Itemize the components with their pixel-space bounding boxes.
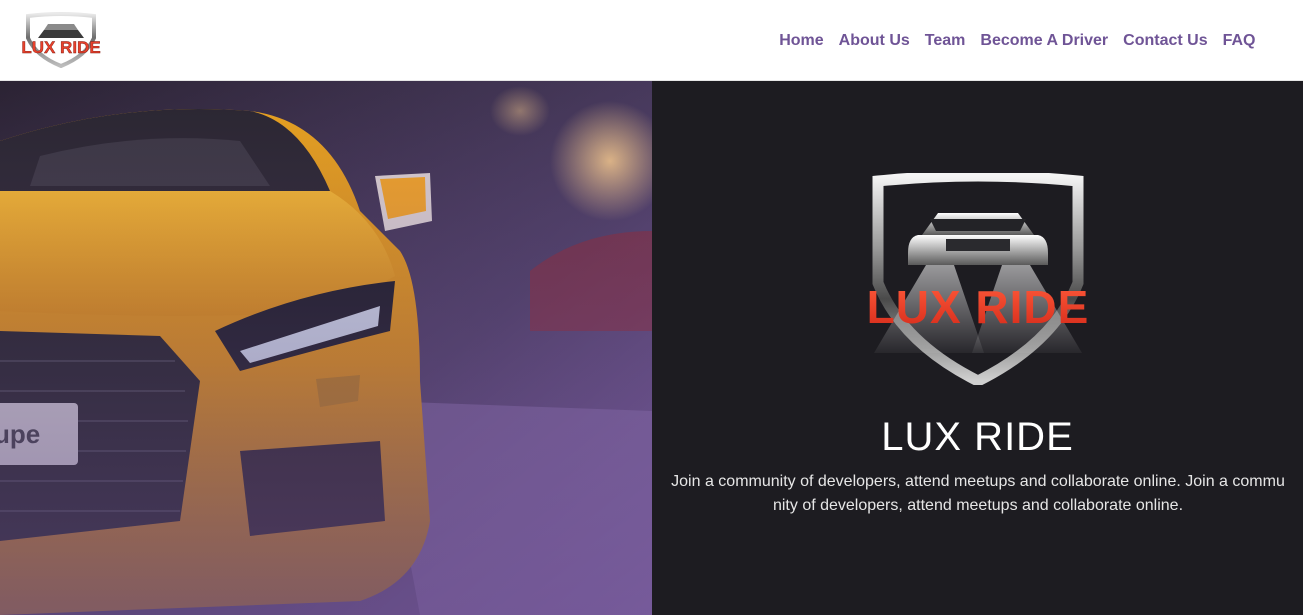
- brand-logo-text: LUX RIDE: [21, 38, 100, 57]
- hero-description: Join a community of developers, attend m…: [671, 473, 1285, 514]
- nav-become-driver-link[interactable]: Become A Driver: [973, 32, 1116, 50]
- site-header: LUX RIDE Home About Us Team Become A Dri…: [0, 0, 1303, 81]
- hero-panel: LUX RIDE LUX RIDE Join a community of de…: [652, 81, 1303, 615]
- nav-home-link[interactable]: Home: [772, 32, 831, 50]
- hero-title: LUX RIDE: [881, 415, 1074, 459]
- main-nav: Home About Us Team Become A Driver Conta…: [772, 0, 1263, 81]
- brand-logo[interactable]: LUX RIDE: [14, 12, 108, 68]
- hero-logo-text: LUX RIDE: [867, 281, 1090, 333]
- hero-section: upe: [0, 81, 1303, 615]
- hero-logo: LUX RIDE: [867, 173, 1090, 385]
- nav-about-link[interactable]: About Us: [831, 32, 917, 50]
- nav-faq-link[interactable]: FAQ: [1215, 32, 1263, 50]
- nav-contact-link[interactable]: Contact Us: [1116, 32, 1215, 50]
- nav-team-link[interactable]: Team: [917, 32, 973, 50]
- hero-car-image: upe: [0, 81, 652, 615]
